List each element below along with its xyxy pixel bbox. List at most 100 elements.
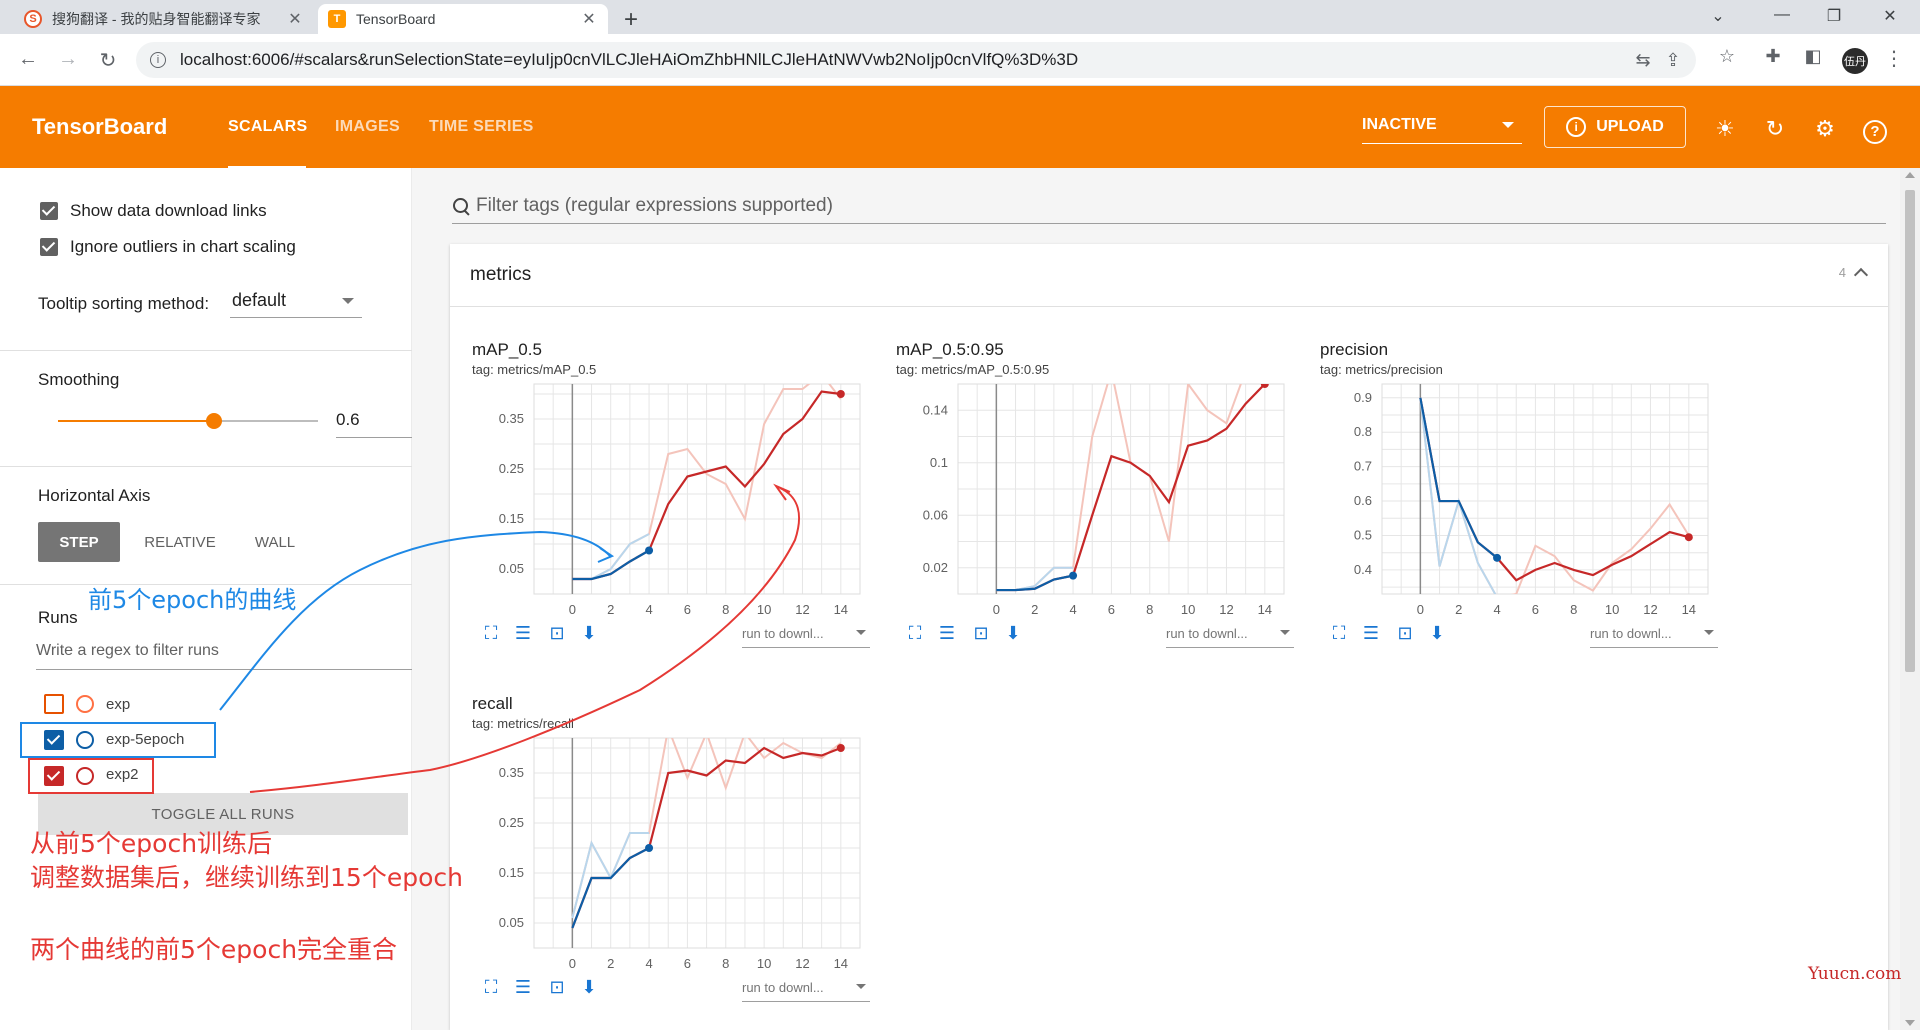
info-icon[interactable]: i [150,52,166,68]
scrollbar-thumb[interactable] [1905,190,1915,672]
url-input[interactable]: i localhost:6006/#scalars&runSelectionSt… [136,42,1696,78]
download-icon[interactable]: ⬇ [1002,622,1024,644]
tag-filter-placeholder: Filter tags (regular expressions support… [476,194,833,216]
app-title[interactable]: TensorBoard [32,114,167,140]
show-download-links-checkbox[interactable] [40,202,58,220]
fit-domain-icon[interactable]: ⊡ [1394,622,1416,644]
log-scale-icon[interactable]: ☰ [1360,622,1382,644]
window-close-icon[interactable]: ✕ [1880,6,1900,26]
scrollbar[interactable] [1900,168,1920,1030]
card-collapse[interactable]: 4 [1839,264,1869,283]
fullscreen-icon[interactable]: ⛶ [480,622,502,644]
y-tick-label: 0.35 [499,765,524,780]
chart-plot[interactable]: 0 2 4 6 8 10 12 14 0.02 0.06 0.1 0.14 [896,380,1306,620]
refresh-icon[interactable]: ↻ [1762,116,1788,142]
tab-scalars[interactable]: SCALARS [228,118,307,136]
extensions-icon[interactable]: ✚ [1762,46,1784,67]
new-tab-button[interactable]: + [624,6,638,34]
run-checkbox-exp-5epoch[interactable] [44,730,64,750]
y-tick-label: 0.1 [930,455,948,470]
run-color-circle[interactable] [76,731,94,749]
bookmark-star-icon[interactable]: ☆ [1716,46,1738,67]
run-color-circle[interactable] [76,695,94,713]
tab-search-icon[interactable]: ⌄ [1708,6,1728,26]
close-icon[interactable]: ✕ [580,9,598,29]
tab-images[interactable]: IMAGES [335,118,400,136]
x-tick-label: 4 [1493,602,1500,617]
ignore-outliers-checkbox[interactable] [40,238,58,256]
fit-domain-icon[interactable]: ⊡ [546,622,568,644]
run-download-select[interactable]: run to downl... [742,620,870,648]
smoothing-slider[interactable] [58,413,318,429]
toggle-all-runs-button[interactable]: TOGGLE ALL RUNS [38,793,408,835]
upload-button[interactable]: i UPLOAD [1544,106,1686,148]
sidepanel-icon[interactable]: ◧ [1802,46,1824,67]
download-icon[interactable]: ⬇ [578,622,600,644]
avatar[interactable]: 伍丹 [1842,48,1868,74]
browser-tab-sogou[interactable]: S 搜狗翻译 - 我的贴身智能翻译专家 ✕ [14,4,314,34]
axis-wall-button[interactable]: WALL [240,522,310,562]
tooltip-sorting-select[interactable]: default [230,288,362,318]
log-scale-icon[interactable]: ☰ [936,622,958,644]
scroll-up-icon[interactable] [1905,172,1915,178]
chart-tag: tag: metrics/mAP_0.5 [472,362,597,377]
run-checkbox-exp2[interactable] [44,766,64,786]
y-tick-label: 0.4 [1354,562,1372,577]
series-end-point-exp2 [836,744,845,752]
scroll-down-icon[interactable] [1905,1020,1915,1026]
download-icon[interactable]: ⬇ [1426,622,1448,644]
tab-time-series[interactable]: TIME SERIES [429,118,534,136]
menu-kebab-icon[interactable]: ⋮ [1884,46,1904,71]
y-tick-label: 0.25 [499,461,524,476]
divider [0,584,412,585]
series-end-point-exp2 [1260,384,1269,388]
translate-icon[interactable]: ⇆ [1632,50,1654,71]
chart-plot[interactable]: 0 2 4 6 8 10 12 14 0.05 0.15 0.25 0.35 [472,734,882,974]
back-icon[interactable]: ← [16,48,40,71]
chart-plot[interactable]: 0 2 4 6 8 10 12 14 0.4 0.5 0.6 0.7 0.8 0.9 [1320,380,1730,620]
run-color-circle[interactable] [76,767,94,785]
card-title[interactable]: metrics [470,264,531,286]
run-download-select[interactable]: run to downl... [1166,620,1294,648]
search-icon [452,197,470,215]
run-download-select[interactable]: run to downl... [742,974,870,1002]
axis-relative-button[interactable]: RELATIVE [132,522,228,562]
fullscreen-icon[interactable]: ⛶ [1328,622,1350,644]
fit-domain-icon[interactable]: ⊡ [546,976,568,998]
plugin-select[interactable]: INACTIVE [1362,116,1522,144]
close-icon[interactable]: ✕ [286,9,304,29]
forward-icon[interactable]: → [56,48,80,71]
x-tick-label: 2 [1031,602,1038,617]
chart-toolbar: ⛶ ☰ ⊡ ⬇ run to downl... [904,620,1316,648]
x-tick-label: 10 [757,956,771,971]
help-icon[interactable]: ? [1862,116,1888,144]
run-download-select[interactable]: run to downl... [1590,620,1718,648]
restore-icon[interactable]: ❐ [1824,6,1844,26]
y-tick-label: 0.8 [1354,424,1372,439]
smoothing-input[interactable]: 0.6 [336,406,412,438]
settings-gear-icon[interactable]: ⚙ [1812,116,1838,142]
run-checkbox-exp[interactable] [44,694,64,714]
x-tick-label: 10 [1605,602,1619,617]
share-icon[interactable]: ⇪ [1662,50,1684,71]
run-download-label: run to downl... [1166,626,1248,641]
chart-plot[interactable]: 0 2 4 6 8 10 12 14 0.05 0.15 0.25 0.35 [472,380,882,620]
minimize-icon[interactable]: — [1772,6,1792,24]
x-tick-label: 12 [795,956,809,971]
theme-sun-icon[interactable]: ☀ [1712,116,1738,142]
runs-filter-input[interactable]: Write a regex to filter runs [36,638,412,670]
fullscreen-icon[interactable]: ⛶ [480,976,502,998]
browser-tab-tensorboard[interactable]: T TensorBoard ✕ [318,4,608,34]
fullscreen-icon[interactable]: ⛶ [904,622,926,644]
reload-icon[interactable]: ↻ [96,48,120,73]
chevron-down-icon [856,984,866,989]
download-icon[interactable]: ⬇ [578,976,600,998]
tag-filter-input[interactable]: Filter tags (regular expressions support… [452,188,1886,224]
series-end-point-exp-5epoch [645,844,654,852]
log-scale-icon[interactable]: ☰ [512,622,534,644]
smoothing-slider-thumb[interactable] [206,413,222,429]
chart-0: mAP_0.5 tag: metrics/mAP_0.5 0 2 4 6 8 10 12 14 0.… [472,340,892,650]
log-scale-icon[interactable]: ☰ [512,976,534,998]
axis-step-button[interactable]: STEP [38,522,120,562]
fit-domain-icon[interactable]: ⊡ [970,622,992,644]
